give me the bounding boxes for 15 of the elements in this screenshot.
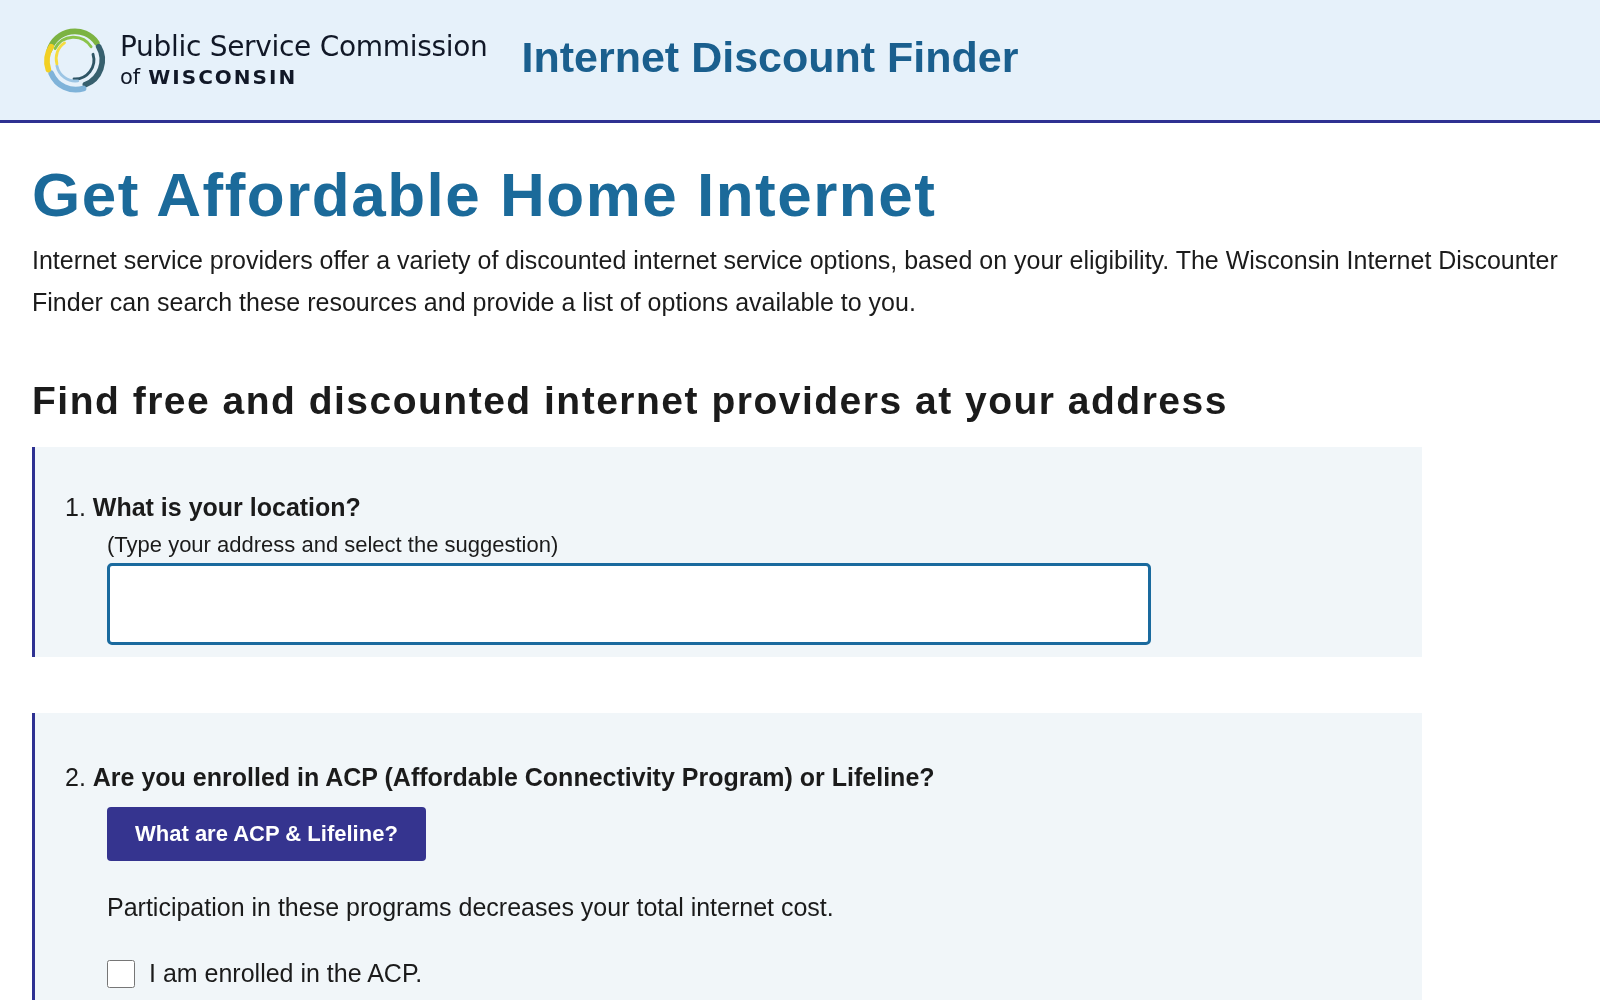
address-field[interactable] (107, 563, 1151, 645)
organization-name: Public Service Commission (120, 30, 488, 64)
checkbox[interactable] (107, 959, 135, 988)
question-text: 2. Are you enrolled in ACP (Affordable Connectivity Program) or Lifeline? (65, 762, 936, 793)
info-button[interactable]: What are ACP & Lifeline? (107, 807, 426, 861)
organization-subtitle-prefix: of (120, 64, 141, 90)
page-title: Get Affordable Home Internet (32, 159, 938, 231)
app-title: Internet Discount Finder (521, 32, 1019, 82)
field-hint: (Type your address and select the suggestion) (107, 531, 560, 559)
organization-subtitle: WISCONSIN (148, 64, 298, 90)
section-heading: Find free and discounted internet providers at your address (32, 378, 1229, 424)
intro-paragraph: Internet service providers offer a variety of discounted internet service options, based on your eligibility. The Wisconsin Internet Discounter Finder can search these resources and provide a list of options available to you. (32, 245, 1559, 318)
checkbox-label: I am enrolled in the ACP. (149, 959, 423, 988)
question-text: 1. What is your location? (65, 492, 362, 523)
note-text: Participation in these programs decreases your total internet cost. (107, 892, 835, 923)
